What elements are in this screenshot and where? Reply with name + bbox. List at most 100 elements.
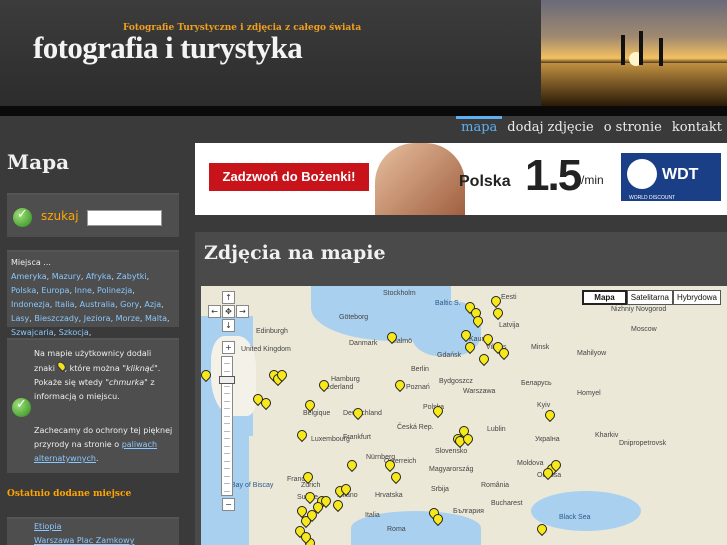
place-link[interactable]: Szkocja (59, 328, 89, 337)
map-label: България (453, 508, 484, 515)
map-marker-icon[interactable] (347, 460, 356, 472)
nav-item-mapa[interactable]: mapa (456, 116, 503, 142)
place-link[interactable]: Bieszczady (34, 314, 78, 323)
nav-item-o-stronie[interactable]: o stronie (599, 116, 667, 142)
map-marker-icon[interactable] (491, 296, 500, 308)
banner-call-button[interactable]: Zadzwoń do Bożenki! (209, 163, 369, 191)
places-heading: Miejsca ... (11, 258, 51, 267)
map-marker-icon[interactable] (385, 460, 394, 472)
map-label: Stockholm (383, 290, 416, 297)
map-marker-icon[interactable] (261, 398, 270, 410)
place-link[interactable]: Europa (41, 286, 69, 295)
map-marker-icon[interactable] (433, 406, 442, 418)
map-marker-icon[interactable] (305, 400, 314, 412)
map-view[interactable]: Stockholm Eesti Latvija Nizhniy Novgorod Mos… (201, 286, 727, 545)
map-marker-icon[interactable] (301, 532, 310, 544)
map-label: Bay of Biscay (231, 482, 274, 489)
map-marker-icon[interactable] (499, 348, 508, 360)
map-label: Homyel (577, 390, 601, 397)
map-marker-icon[interactable] (545, 410, 554, 422)
search-input[interactable] (87, 210, 162, 226)
header-divider (0, 106, 727, 116)
place-link[interactable]: Indonezja (11, 300, 50, 309)
map-type-satellite[interactable]: Satelitarna (626, 290, 673, 305)
map-label: Hamburg (331, 376, 360, 383)
place-link[interactable]: Polinezja (97, 286, 132, 295)
pan-left-icon[interactable]: ← (208, 305, 221, 318)
pan-reset-icon[interactable]: ✥ (222, 305, 235, 318)
place-link[interactable]: Inne (75, 286, 92, 295)
map-marker-icon[interactable] (479, 354, 488, 366)
map-marker-icon[interactable] (387, 332, 396, 344)
place-link[interactable]: Azja (144, 300, 161, 309)
info-text-eco: Zachecamy do ochrony tej pięknej przyrod… (34, 426, 173, 463)
place-link[interactable]: Szwajcaria (11, 328, 54, 337)
map-marker-icon[interactable] (543, 468, 552, 480)
pan-down-icon[interactable]: ↓ (222, 319, 235, 332)
place-link[interactable]: Zabytki (116, 272, 146, 281)
map-label: Hrvatska (375, 492, 403, 499)
map-marker-icon[interactable] (307, 510, 316, 522)
recent-item[interactable]: Etiopia (34, 520, 179, 534)
recent-item[interactable]: Warszawa Plac Zamkowy (34, 534, 179, 545)
map-marker-icon[interactable] (493, 308, 502, 320)
map-marker-icon[interactable] (297, 430, 306, 442)
zoom-out-icon[interactable]: − (222, 498, 235, 511)
nav-item-dodaj-zdjecie[interactable]: dodaj zdjęcie (502, 116, 598, 142)
pan-up-icon[interactable]: ↑ (222, 291, 235, 304)
places-list: Ameryka, Mazury, Afryka, Zabytki, Polska… (11, 272, 170, 337)
banner-logo-sub: WORLD DISCOUNT TELECOMMUNICATIONS (629, 195, 688, 207)
map-marker-icon[interactable] (537, 524, 546, 536)
place-link[interactable]: Lasy (11, 314, 29, 323)
place-link[interactable]: Afryka (86, 272, 111, 281)
map-marker-icon[interactable] (463, 434, 472, 446)
map-marker-icon[interactable] (201, 370, 210, 382)
place-link[interactable]: Australia (80, 300, 115, 309)
map-marker-icon[interactable] (333, 500, 342, 512)
site-title[interactable]: fotografia i turystyka (33, 30, 303, 66)
map-marker-icon[interactable] (321, 496, 330, 508)
map-label: Bydgoszcz (439, 378, 473, 385)
map-label: Беларусь (521, 380, 552, 387)
nav-item-kontakt[interactable]: kontakt (667, 116, 727, 142)
map-type-map[interactable]: Mapa (582, 290, 627, 305)
place-link[interactable]: Malta (145, 314, 167, 323)
place-link[interactable]: Polska (11, 286, 36, 295)
main-content: Zdjęcia na mapie Stockholm Eesti Latvija Ni… (195, 232, 727, 545)
zoom-in-icon[interactable]: + (222, 341, 235, 354)
pan-control: ↑ ← ✥ → ↓ (205, 291, 253, 339)
ad-banner[interactable]: Zadzwoń do Bożenki! Polska 1.5 c/min WDT… (195, 143, 727, 215)
map-label: Kharkiv (595, 432, 619, 439)
map-marker-icon[interactable] (353, 408, 362, 420)
zoom-slider-thumb[interactable] (219, 376, 235, 384)
map-type-hybrid[interactable]: Hybrydowa (672, 290, 721, 305)
map-label: România (481, 482, 510, 489)
place-link[interactable]: Italia (55, 300, 75, 309)
map-marker-icon[interactable] (483, 334, 492, 346)
map-marker-icon[interactable] (465, 342, 474, 354)
map-marker-icon[interactable] (277, 370, 286, 382)
places-box: Miejsca ... Ameryka, Mazury, Afryka, Zab… (7, 250, 179, 337)
map-marker-icon[interactable] (395, 380, 404, 392)
map-marker-icon[interactable] (319, 380, 328, 392)
place-link[interactable]: Morze (116, 314, 140, 323)
info-text: Na mapie użytkownicy dodali znaki , któr… (34, 349, 161, 401)
pan-right-icon[interactable]: → (236, 305, 249, 318)
map-marker-icon[interactable] (341, 484, 350, 496)
place-link[interactable]: Jeziora (84, 314, 111, 323)
map-label: Frankfurt (343, 434, 372, 441)
checkmark-icon (12, 397, 31, 417)
map-label: Poznań (406, 384, 430, 391)
map-marker-icon[interactable] (391, 472, 400, 484)
map-label: Black Sea (559, 514, 591, 521)
map-label: Danmark (349, 340, 378, 347)
map-marker-icon[interactable] (433, 514, 442, 526)
place-link[interactable]: Ameryka (11, 272, 47, 281)
map-marker-icon[interactable] (303, 472, 312, 484)
map-marker-icon[interactable] (473, 316, 482, 328)
place-link[interactable]: Mazury (52, 272, 81, 281)
search-box: szukaj (7, 193, 179, 237)
map-marker-icon[interactable] (461, 330, 470, 342)
banner-unit: c/min (575, 173, 604, 187)
place-link[interactable]: Gory (120, 300, 139, 309)
